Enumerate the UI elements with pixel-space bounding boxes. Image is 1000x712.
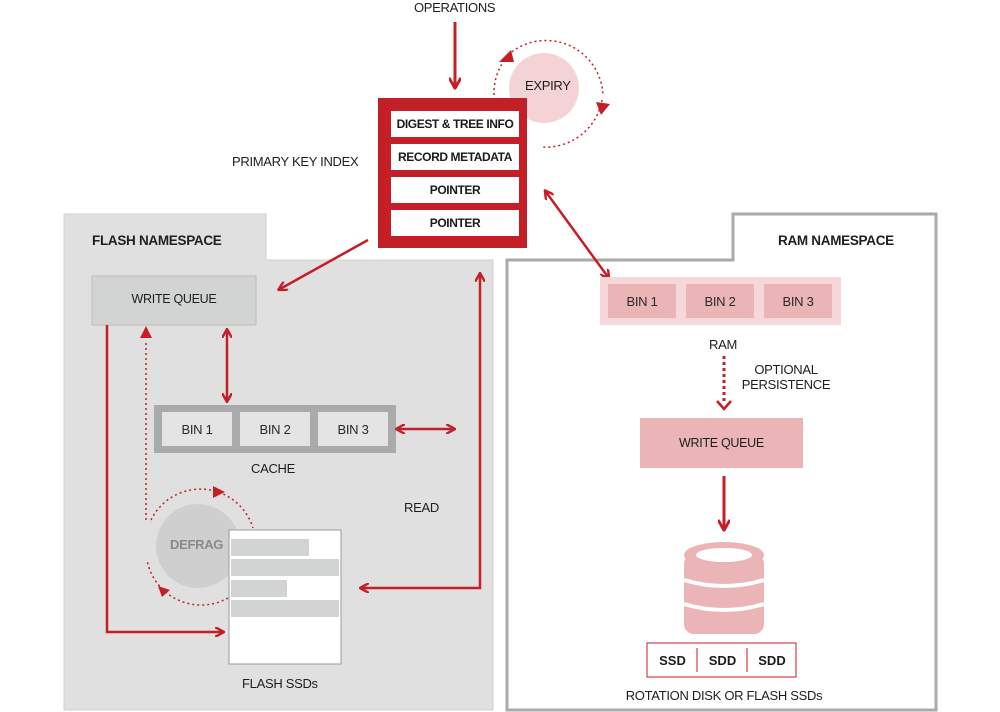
ram-write-queue-label: WRITE QUEUE	[679, 436, 764, 450]
index-row-pointer: POINTER	[391, 177, 519, 203]
flash-namespace-title: FLASH NAMESPACE	[92, 233, 222, 248]
ssd-block	[231, 600, 339, 617]
ram-bin-3: BIN 3	[764, 284, 832, 318]
ssd-block	[231, 559, 339, 576]
cache-label: CACHE	[251, 461, 296, 476]
cache-bin-3: BIN 3	[318, 412, 388, 446]
primary-key-index-label: PRIMARY KEY INDEX	[232, 154, 359, 169]
cache-bin-1: BIN 1	[162, 412, 232, 446]
storage-cell-ssd: SSD	[659, 652, 686, 668]
optional-persistence-line2: PERSISTENCE	[741, 377, 831, 392]
ssd-block	[231, 580, 287, 597]
ram-bin-1: BIN 1	[608, 284, 676, 318]
read-label: READ	[404, 500, 439, 515]
expiry-label: EXPIRY	[525, 78, 571, 93]
storage-cell-sdd: SDD	[708, 652, 737, 668]
storage-label: ROTATION DISK OR FLASH SSDs	[625, 688, 823, 703]
flash-write-queue-label: WRITE QUEUE	[131, 292, 217, 306]
cache-bin-2: BIN 2	[240, 412, 310, 446]
ssd-block	[231, 539, 309, 556]
disk-cylinder-icon	[683, 542, 765, 634]
flash-ssds-label: FLASH SSDs	[242, 676, 318, 691]
index-row-digest: DIGEST & TREE INFO	[391, 111, 519, 137]
index-row-metadata: RECORD METADATA	[391, 144, 519, 170]
diagram-canvas	[63, 22, 938, 712]
optional-persistence-label: OPTIONAL PERSISTENCE	[738, 362, 834, 392]
index-row-pointer: POINTER	[391, 210, 519, 236]
storage-cell-sdd: SDD	[758, 652, 786, 668]
ram-label: RAM	[709, 337, 737, 352]
ram-bin-2: BIN 2	[686, 284, 754, 318]
defrag-label: DEFRAG	[170, 537, 224, 552]
ram-namespace-title: RAM NAMESPACE	[778, 233, 894, 248]
optional-persistence-line1: OPTIONAL	[754, 362, 818, 377]
expiry-arrowhead-right	[596, 102, 610, 115]
operations-label: OPERATIONS	[414, 0, 496, 15]
